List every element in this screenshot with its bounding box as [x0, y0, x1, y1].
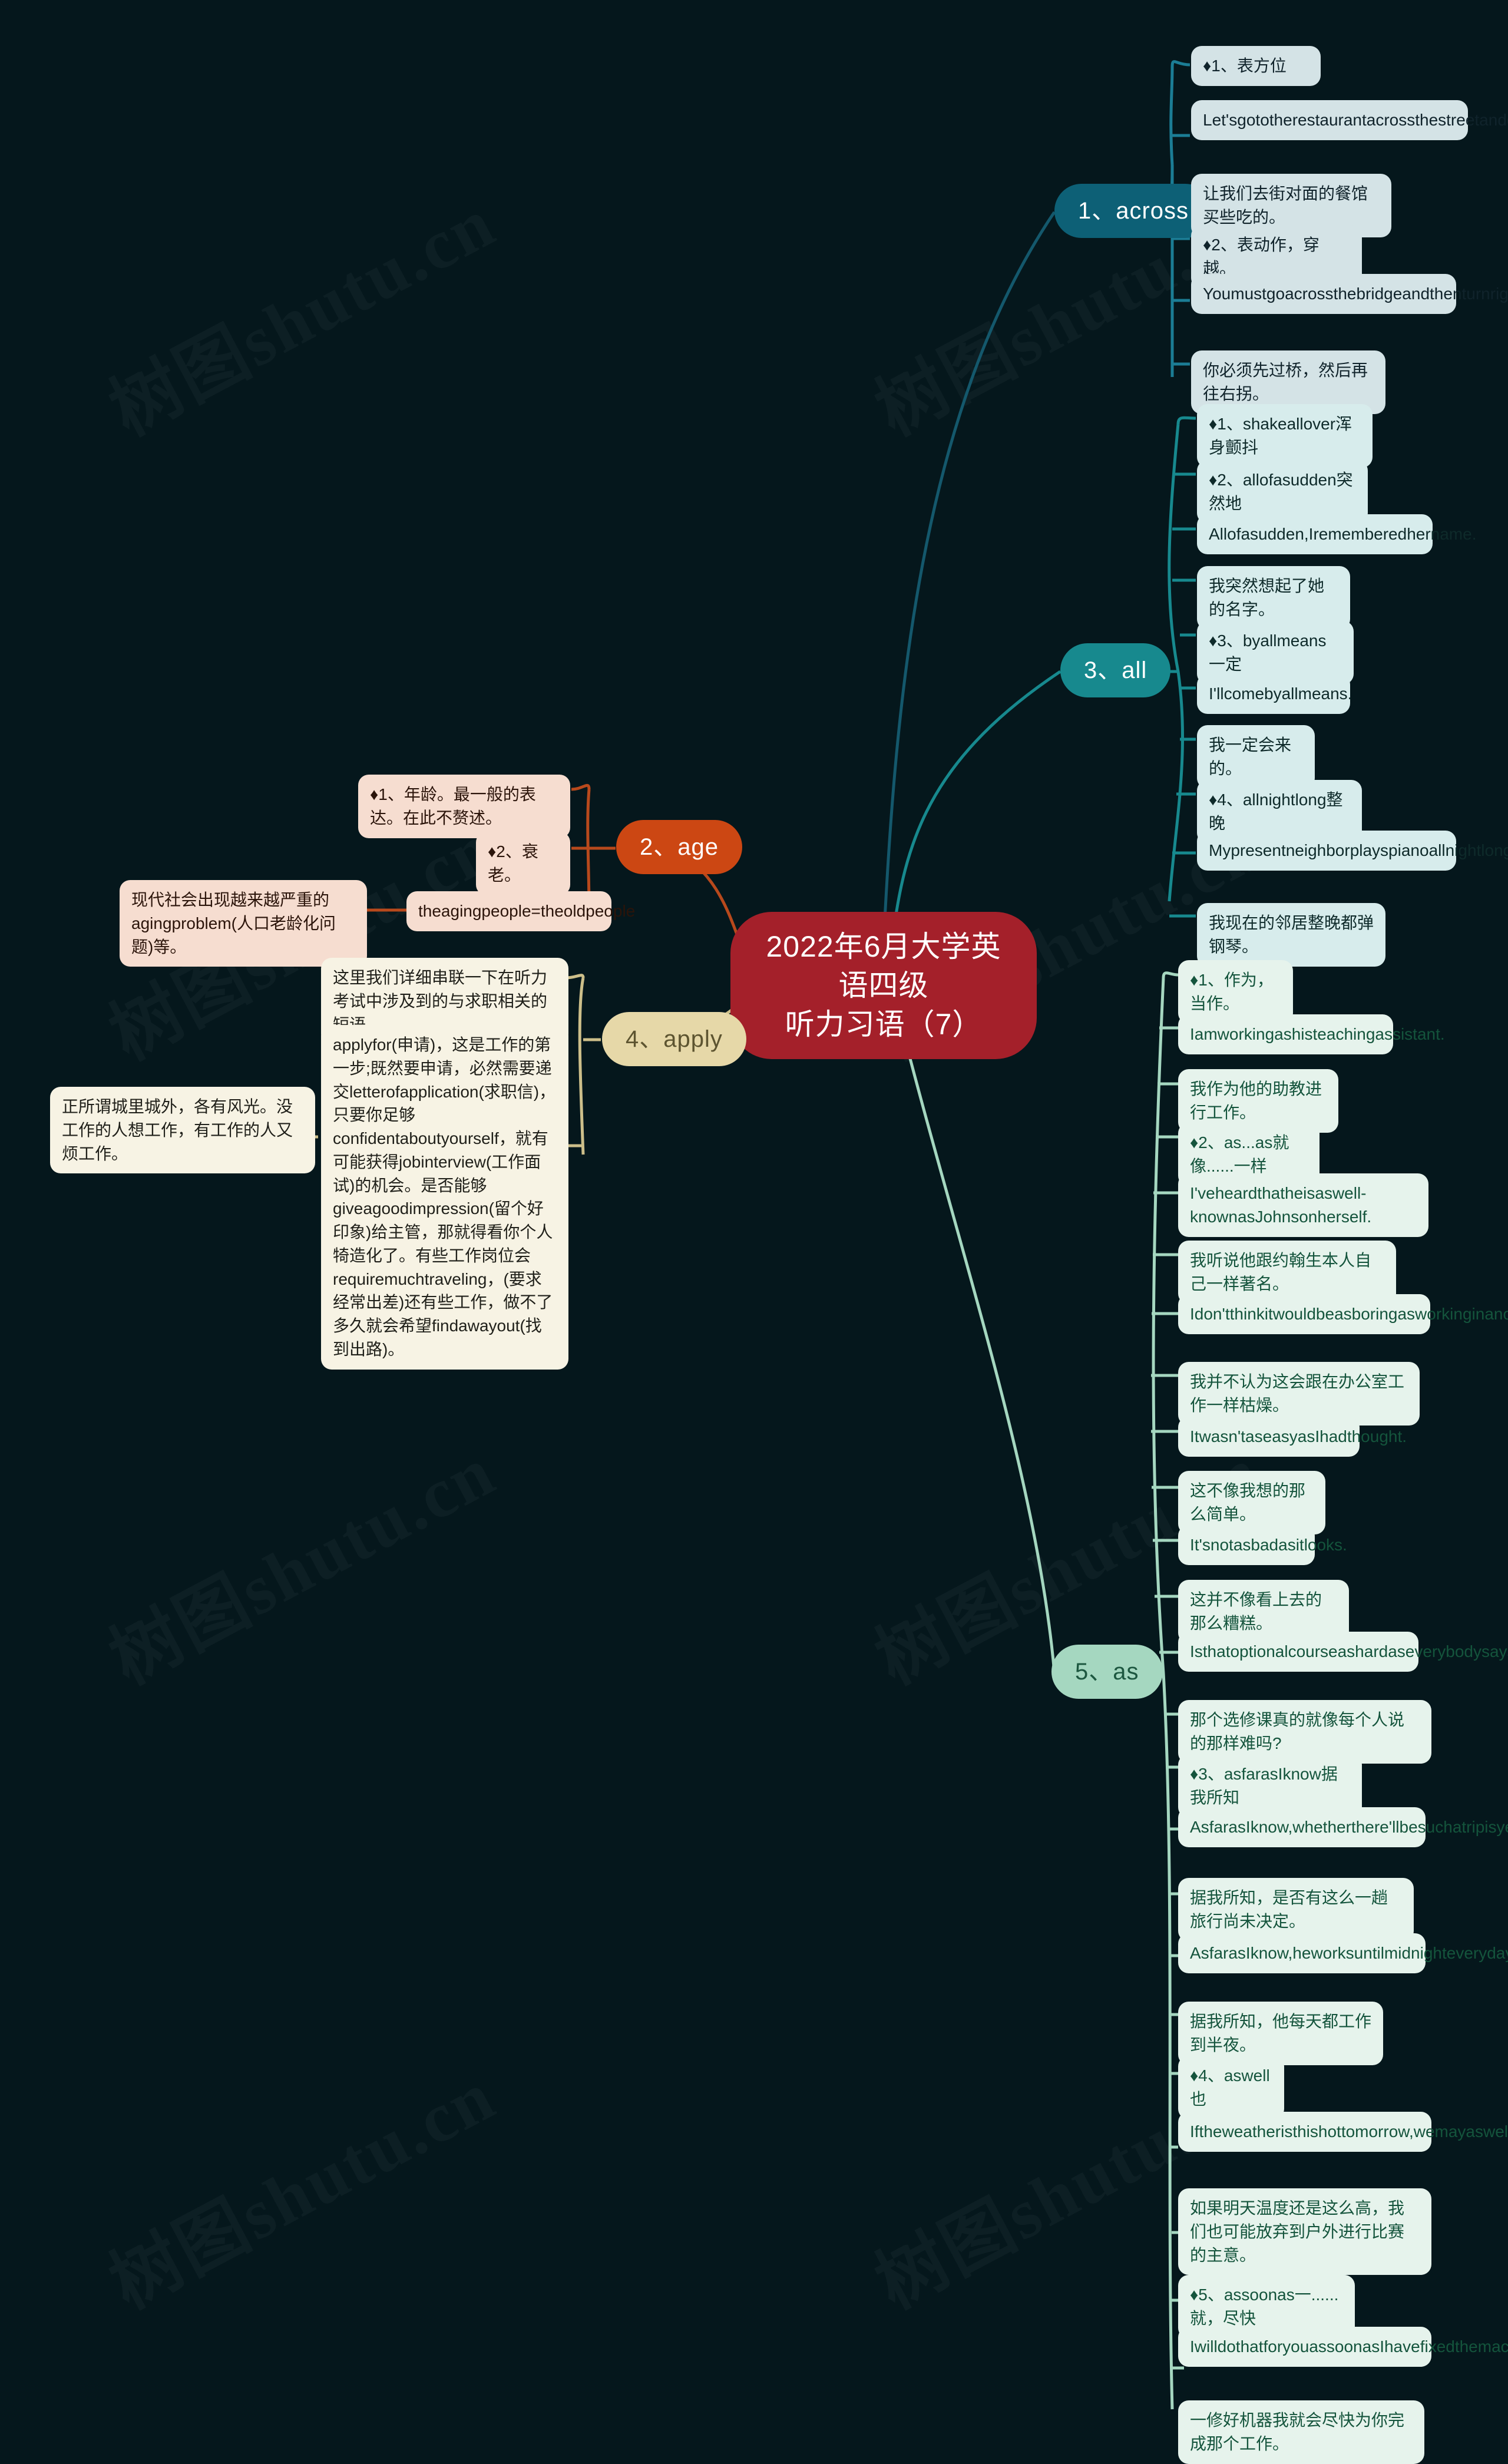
root-node[interactable]: 2022年6月大学英语四级 听力习语（7） — [730, 912, 1037, 1059]
leaf-node[interactable]: Let'sgototherestaurantacrossthestreetand… — [1191, 100, 1508, 140]
leaf-node[interactable]: ♦4、aswell也 — [1178, 2056, 1284, 2119]
leaf-node[interactable]: 我并不认为这会跟在办公室工作一样枯燥。 — [1178, 1362, 1420, 1426]
leaf-node[interactable]: I'llcomebyallmeans. — [1197, 674, 1352, 714]
leaf-node[interactable]: Idon'tthinkitwouldbeasboringasworkingina… — [1178, 1294, 1508, 1334]
leaf-node[interactable]: Iamworkingashisteachingassistant. — [1178, 1014, 1445, 1054]
branch-node-as[interactable]: 5、as — [1051, 1645, 1163, 1699]
leaf-node[interactable]: It'snotasbadasitlooks. — [1178, 1525, 1347, 1565]
leaf-node[interactable]: 我一定会来的。 — [1197, 725, 1315, 789]
leaf-node[interactable]: 正所谓城里城外，各有风光。没工作的人想工作，有工作的人又烦工作。 — [50, 1087, 315, 1174]
leaf-node[interactable]: 据我所知，是否有这么一趟旅行尚未决定。 — [1178, 1878, 1414, 1942]
leaf-node[interactable]: theagingpeople=theoldpeople — [406, 891, 635, 931]
leaf-node[interactable]: 我突然想起了她的名字。 — [1197, 566, 1350, 630]
leaf-node[interactable]: 一修好机器我就会尽快为你完成那个工作。 — [1178, 2400, 1424, 2464]
link-root-across — [882, 211, 1056, 943]
branch-node-across[interactable]: 1、across — [1054, 184, 1213, 238]
leaf-node[interactable]: I'veheardthatheisaswell-knownasJohnsonhe… — [1178, 1173, 1428, 1237]
leaf-node[interactable]: applyfor(申请)，这是工作的第一步;既然要申请，必然需要递交letter… — [321, 1025, 568, 1370]
watermark: 树图shutu.cn — [89, 166, 510, 455]
branch-node-apply[interactable]: 4、apply — [602, 1012, 746, 1066]
leaf-node[interactable]: ♦1、年龄。最一般的表达。在此不赘述。 — [358, 775, 570, 838]
leaf-node[interactable]: AsfarasIknow,whetherthere'llbesuchatripi… — [1178, 1807, 1508, 1847]
leaf-node[interactable]: Isthatoptionalcourseashardaseverybodysay… — [1178, 1632, 1508, 1672]
leaf-node[interactable]: 现代社会出现越来越严重的agingproblem(人口老龄化问题)等。 — [120, 880, 367, 967]
leaf-node[interactable]: 我现在的邻居整晚都弹钢琴。 — [1197, 903, 1385, 967]
watermark: 树图shutu.cn — [89, 2039, 510, 2328]
leaf-node[interactable]: AsfarasIknow,heworksuntilmidnighteveryda… — [1178, 1933, 1508, 1973]
leaf-node[interactable]: Itwasn'taseasyasIhadthought. — [1178, 1417, 1407, 1457]
branch-node-all[interactable]: 3、all — [1060, 643, 1171, 697]
leaf-node[interactable]: 如果明天温度还是这么高，我们也可能放弃到户外进行比赛的主意。 — [1178, 2188, 1431, 2276]
leaf-node[interactable]: Allofasudden,Irememberedhername. — [1197, 514, 1476, 554]
mindmap-canvas: 树图shutu.cn 树图shutu.cn 树图shutu.cn 树图shutu… — [0, 0, 1508, 2464]
leaf-node[interactable]: Iftheweatheristhishottomorrow,wemayaswel… — [1178, 2112, 1508, 2152]
leaf-node[interactable]: Youmustgoacrossthebridgeandthenturnright… — [1191, 274, 1508, 314]
leaf-node[interactable]: ♦1、表方位 — [1191, 46, 1321, 86]
leaf-node[interactable]: Mypresentneighborplayspianoallnightlong. — [1197, 831, 1508, 871]
branch-node-age[interactable]: 2、age — [616, 820, 742, 874]
leaf-node[interactable]: ♦2、衰老。 — [476, 832, 570, 895]
leaf-node[interactable]: IwilldothatforyouassoonasIhavefixedthema… — [1178, 2327, 1508, 2367]
watermark: 树图shutu.cn — [89, 1415, 510, 1704]
link-root-as — [894, 1001, 1056, 1673]
leaf-node[interactable]: ♦1、shakeallover浑身颤抖 — [1197, 404, 1373, 468]
